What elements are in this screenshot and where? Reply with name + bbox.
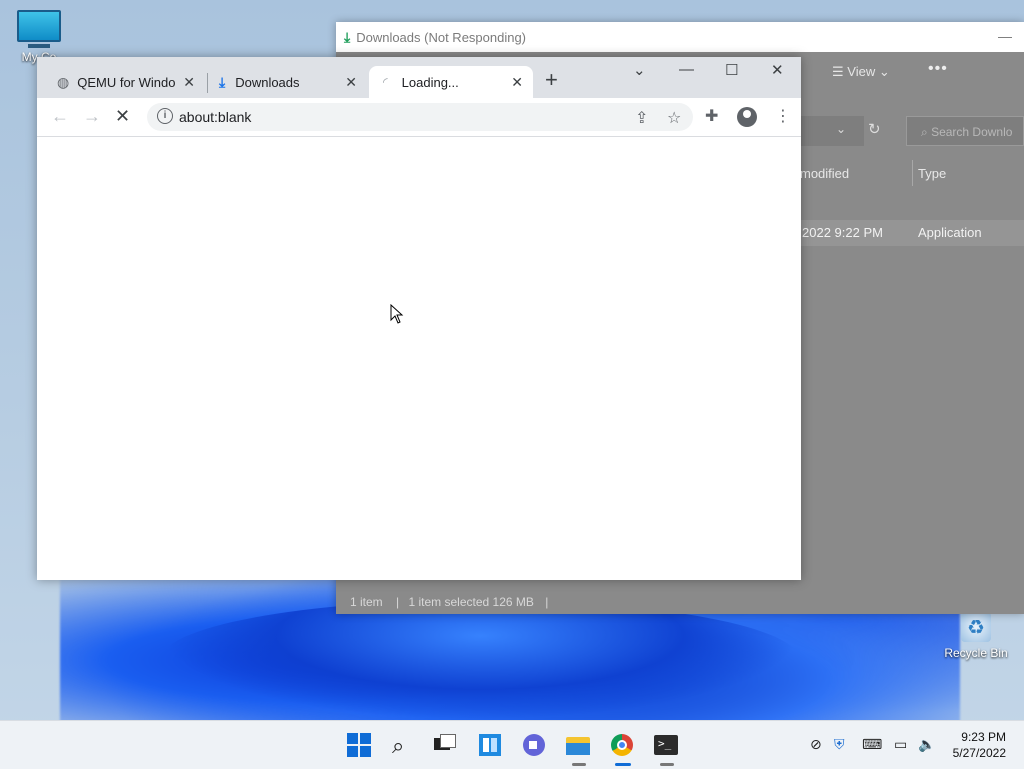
- chrome-icon[interactable]: [610, 733, 634, 757]
- loading-spinner-icon: ◜: [383, 75, 388, 89]
- start-button[interactable]: [347, 733, 371, 757]
- widgets-icon[interactable]: [479, 733, 503, 757]
- maximize-button[interactable]: ☐: [725, 61, 738, 79]
- desktop-icon-recycle-bin[interactable]: Recycle Bin: [940, 612, 1012, 660]
- chat-icon[interactable]: [522, 733, 546, 757]
- close-tab-icon[interactable]: ✕: [345, 74, 357, 91]
- volume-icon[interactable]: 🔈: [918, 736, 935, 753]
- status-selection: 1 item selected 126 MB: [408, 595, 534, 609]
- mouse-cursor-icon: [390, 304, 404, 324]
- search-icon[interactable]: ⌕: [392, 733, 416, 758]
- download-icon: ⤓: [344, 28, 351, 45]
- back-button[interactable]: ←: [51, 106, 69, 127]
- network-status-icon[interactable]: ⊘: [810, 736, 822, 753]
- close-tab-icon[interactable]: ✕: [511, 74, 523, 91]
- file-explorer-icon[interactable]: [566, 733, 590, 757]
- forward-button[interactable]: →: [83, 106, 101, 127]
- display-icon[interactable]: ▭: [894, 736, 907, 753]
- menu-kebab-icon[interactable]: ⋮: [775, 106, 791, 126]
- wallpaper-bloom-highlight: [160, 600, 800, 720]
- refresh-icon[interactable]: ↻: [868, 120, 881, 138]
- column-divider[interactable]: [912, 160, 913, 186]
- chevron-down-icon[interactable]: ⌄: [836, 122, 846, 136]
- explorer-title: Downloads (Not Responding): [356, 29, 527, 45]
- view-menu-button[interactable]: ☰ View ⌄: [832, 64, 890, 80]
- explorer-titlebar[interactable]: ⤓ Downloads (Not Responding): [336, 22, 1024, 52]
- system-clock[interactable]: 9:23 PM 5/27/2022: [948, 729, 1006, 761]
- task-view-icon[interactable]: [434, 733, 458, 757]
- address-bar[interactable]: i about:blank ⇪ ☆: [147, 103, 693, 131]
- monitor-icon: [17, 10, 61, 42]
- more-options-icon[interactable]: •••: [928, 60, 948, 78]
- tab-loading[interactable]: ◜ Loading... ✕: [369, 66, 533, 98]
- tab-title: Loading...: [401, 74, 459, 90]
- tab-title: Downloads: [235, 74, 300, 90]
- recycle-bin-icon: [961, 612, 991, 642]
- keyboard-icon[interactable]: ⌨: [862, 736, 882, 753]
- close-window-button[interactable]: ✕: [771, 61, 784, 79]
- desktop-icon-label: Recycle Bin: [944, 646, 1008, 660]
- stop-loading-button[interactable]: ✕: [115, 106, 130, 127]
- minimize-button[interactable]: —: [998, 28, 1012, 44]
- download-icon: ⤓: [219, 73, 226, 90]
- clock-date: 5/27/2022: [952, 746, 1006, 760]
- globe-icon: ◍: [57, 73, 70, 90]
- column-header-type[interactable]: Type: [918, 166, 946, 181]
- share-icon[interactable]: ⇪: [635, 108, 648, 128]
- desktop-icon-my-computer[interactable]: My Co: [0, 10, 78, 64]
- address-bar[interactable]: [800, 116, 864, 146]
- extensions-icon[interactable]: ✚: [705, 106, 718, 126]
- taskbar: ⌕ >_ ⊘ ⛨ ⌨ ▭ 🔈 9:23 PM 5/27/2022: [0, 720, 1024, 769]
- tab-qemu[interactable]: ◍ QEMU for Window ✕: [47, 66, 205, 98]
- status-bar: 1 item | 1 item selected 126 MB |: [350, 595, 549, 609]
- tab-search-icon[interactable]: ⌄: [633, 61, 646, 79]
- column-header-modified[interactable]: modified: [800, 166, 849, 181]
- status-item-count: 1 item: [350, 595, 383, 609]
- browser-window[interactable]: ◍ QEMU for Window ✕ ⤓ Downloads ✕ ◜ Load…: [37, 57, 801, 580]
- minimize-button[interactable]: —: [679, 61, 694, 78]
- file-type: Application: [918, 225, 982, 240]
- security-shield-icon[interactable]: ⛨: [834, 736, 845, 753]
- clock-time: 9:23 PM: [961, 730, 1006, 744]
- address-text[interactable]: about:blank: [179, 109, 251, 125]
- page-content[interactable]: [37, 137, 801, 580]
- tab-downloads[interactable]: ⤓ Downloads ✕: [207, 66, 367, 98]
- close-tab-icon[interactable]: ✕: [183, 74, 195, 91]
- tab-strip: ◍ QEMU for Window ✕ ⤓ Downloads ✕ ◜ Load…: [37, 57, 801, 98]
- bookmark-star-icon[interactable]: ☆: [667, 108, 681, 128]
- new-tab-button[interactable]: +: [545, 69, 558, 91]
- info-icon[interactable]: i: [157, 108, 173, 124]
- file-date-modified: 2022 9:22 PM: [802, 225, 883, 240]
- profile-avatar-icon[interactable]: [737, 107, 757, 127]
- tab-title: QEMU for Window: [77, 74, 176, 90]
- terminal-icon[interactable]: >_: [654, 733, 678, 757]
- browser-toolbar: ← → ✕ i about:blank ⇪ ☆ ✚ ⋮: [37, 98, 801, 137]
- search-input[interactable]: ⌕ Search Downlo: [906, 116, 1024, 146]
